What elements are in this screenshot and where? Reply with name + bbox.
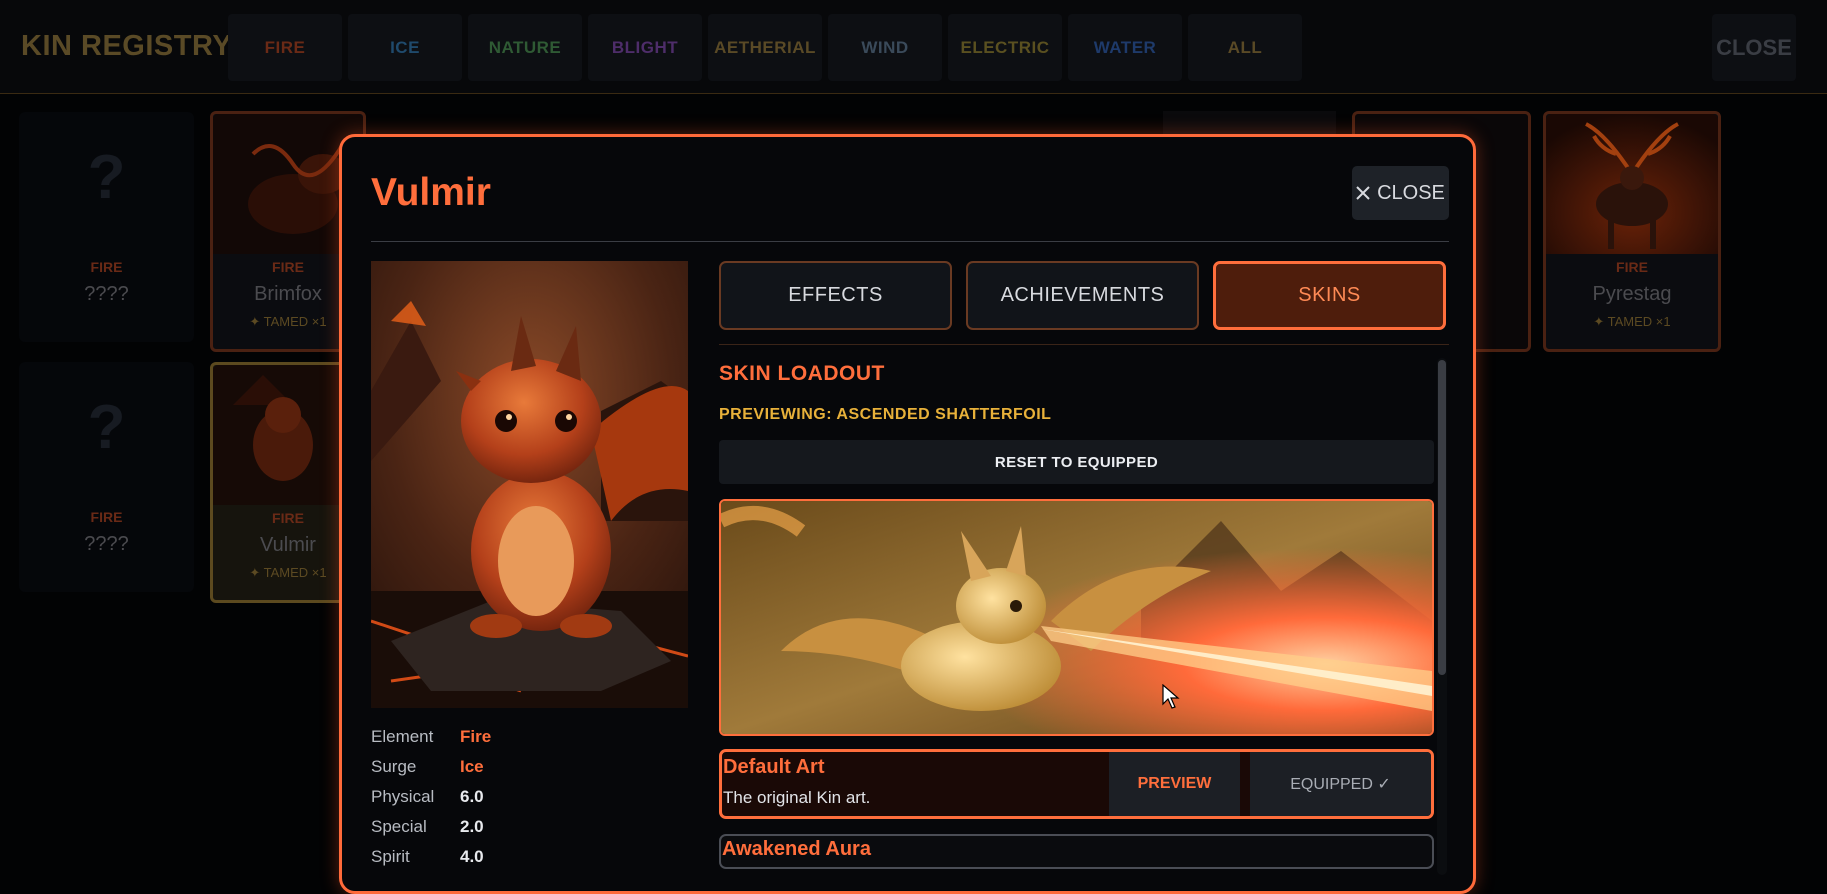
skin-loadout-heading: SKIN LOADOUT — [719, 362, 885, 385]
question-mark-icon: ? — [87, 143, 126, 212]
kin-card-pyrestag[interactable]: FIRE Pyrestag ✦ TAMED ×1 — [1543, 111, 1721, 352]
stat-value: 6.0 — [460, 787, 484, 806]
registry-top-bar: KIN REGISTRY FIRE ICE NATURE BLIGHT AETH… — [0, 0, 1827, 94]
kin-card-unknown[interactable]: ? FIRE ???? — [19, 112, 194, 342]
close-icon — [1356, 186, 1370, 200]
title-divider — [371, 241, 1449, 242]
skins-scrollbar-thumb[interactable] — [1438, 360, 1446, 675]
tab-effects[interactable]: EFFECTS — [719, 261, 952, 330]
registry-close-button[interactable]: CLOSE — [1712, 14, 1796, 81]
stat-element: Element Fire — [371, 722, 491, 752]
stat-value: 4.0 — [460, 847, 484, 866]
skin-preview-image — [719, 499, 1434, 736]
kin-stats: Element Fire Surge Ice Physical 6.0 Spec… — [371, 722, 491, 872]
tab-skins[interactable]: SKINS — [1213, 261, 1446, 330]
card-element: FIRE — [90, 509, 123, 525]
tab-blight[interactable]: BLIGHT — [588, 14, 702, 81]
stat-label: Surge — [371, 757, 417, 776]
element-filter-tabs: FIRE ICE NATURE BLIGHT AETHERIAL WIND EL… — [228, 14, 1302, 81]
stat-value: 2.0 — [460, 817, 484, 836]
skin-item-default-art[interactable]: Default Art The original Kin art. PREVIE… — [719, 749, 1434, 819]
stat-spirit: Spirit 4.0 — [371, 842, 491, 872]
skin-name: Default Art — [723, 756, 825, 778]
skin-description: The original Kin art. — [723, 788, 871, 807]
stat-surge: Surge Ice — [371, 752, 491, 782]
tab-all[interactable]: ALL — [1188, 14, 1302, 81]
stat-label: Spirit — [371, 847, 410, 866]
tab-nature[interactable]: NATURE — [468, 14, 582, 81]
stat-physical: Physical 6.0 — [371, 782, 491, 812]
previewing-status: PREVIEWING: ASCENDED SHATTERFOIL — [719, 406, 1052, 423]
card-name: ???? — [84, 533, 129, 555]
tab-fire[interactable]: FIRE — [228, 14, 342, 81]
question-mark-icon: ? — [87, 393, 126, 462]
card-element: FIRE — [90, 259, 123, 275]
mouse-cursor-icon — [1162, 684, 1180, 709]
tab-water[interactable]: WATER — [1068, 14, 1182, 81]
skin-name: Awakened Aura — [722, 838, 871, 860]
modal-close-button[interactable]: CLOSE — [1352, 166, 1449, 220]
stat-value: Ice — [460, 757, 484, 776]
kin-name-title: Vulmir — [371, 171, 491, 214]
skin-preview-button[interactable]: PREVIEW — [1109, 752, 1240, 816]
kin-card-unknown[interactable]: ? FIRE ???? — [19, 362, 194, 592]
card-name: Pyrestag — [1592, 283, 1672, 305]
tab-achievements[interactable]: ACHIEVEMENTS — [966, 261, 1199, 330]
tab-electric[interactable]: ELECTRIC — [948, 14, 1062, 81]
stat-value: Fire — [460, 727, 492, 746]
tab-ice[interactable]: ICE — [348, 14, 462, 81]
skin-equipped-button[interactable]: EQUIPPED ✓ — [1250, 752, 1431, 816]
registry-title: KIN REGISTRY — [21, 30, 233, 62]
tab-wind[interactable]: WIND — [828, 14, 942, 81]
tab-aetherial[interactable]: AETHERIAL — [708, 14, 822, 81]
card-tamed-badge: ✦ TAMED ×1 — [1593, 314, 1671, 329]
card-name: ???? — [84, 283, 129, 305]
modal-close-label: CLOSE — [1377, 181, 1445, 204]
kin-detail-modal: Vulmir CLOSE Element Fire Surge Ice Phys… — [339, 134, 1476, 894]
stat-label: Special — [371, 817, 427, 836]
pyrestag-image — [1546, 114, 1718, 254]
stat-label: Physical — [371, 787, 435, 806]
kin-portrait — [371, 261, 688, 708]
reset-to-equipped-button[interactable]: RESET TO EQUIPPED — [719, 440, 1434, 484]
tab-divider — [719, 344, 1449, 345]
card-element: FIRE — [1616, 259, 1648, 275]
skin-item-awakened-aura[interactable]: Awakened Aura — [719, 834, 1434, 869]
stat-special: Special 2.0 — [371, 812, 491, 842]
stat-label: Element — [371, 727, 434, 746]
